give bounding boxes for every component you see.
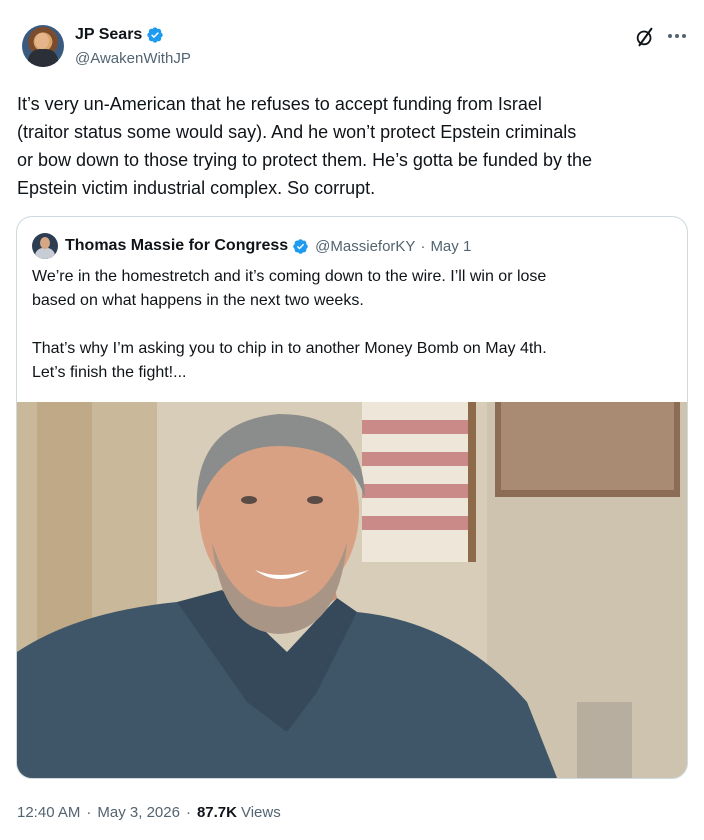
- tweet-date[interactable]: May 3, 2026: [97, 804, 180, 821]
- grok-icon[interactable]: [634, 26, 656, 48]
- meta-separator: ·: [185, 803, 191, 821]
- views-count[interactable]: 87.7K: [197, 804, 237, 821]
- quoted-tweet-photo[interactable]: [17, 402, 687, 778]
- meta-separator: ·: [86, 803, 92, 821]
- quoted-tweet-header: Thomas Massie for Congress @MassieforKY …: [32, 233, 471, 259]
- quoted-tweet-text: We’re in the homestretch and it’s coming…: [32, 268, 547, 381]
- tweet-text: It’s very un-American that he refuses to…: [17, 94, 593, 198]
- author-name-row: JP Sears: [75, 24, 164, 46]
- verified-badge-icon: [147, 27, 164, 43]
- quoted-author-handle[interactable]: @MassieforKY: [315, 238, 415, 255]
- views-label: Views: [240, 803, 281, 821]
- author-handle[interactable]: @AwakenWithJP: [75, 50, 191, 67]
- verified-badge-icon: [293, 238, 308, 254]
- more-options-icon[interactable]: [664, 24, 690, 48]
- wall-flag-picture: [362, 402, 476, 562]
- quoted-tweet-card[interactable]: Thomas Massie for Congress @MassieforKY …: [16, 216, 688, 779]
- author-avatar[interactable]: [22, 25, 64, 67]
- quoted-author-avatar[interactable]: [32, 233, 58, 259]
- quoted-header-separator: ·: [420, 237, 426, 255]
- tweet-meta: 12:40 AM · May 3, 2026 · 87.7K Views: [17, 800, 281, 824]
- tweet-header: JP Sears @AwakenWithJP: [0, 0, 704, 80]
- quoted-author-display-name[interactable]: Thomas Massie for Congress: [65, 237, 288, 255]
- quoted-tweet-date[interactable]: May 1: [430, 238, 471, 255]
- tweet-time[interactable]: 12:40 AM: [17, 804, 80, 821]
- author-display-name[interactable]: JP Sears: [75, 26, 142, 44]
